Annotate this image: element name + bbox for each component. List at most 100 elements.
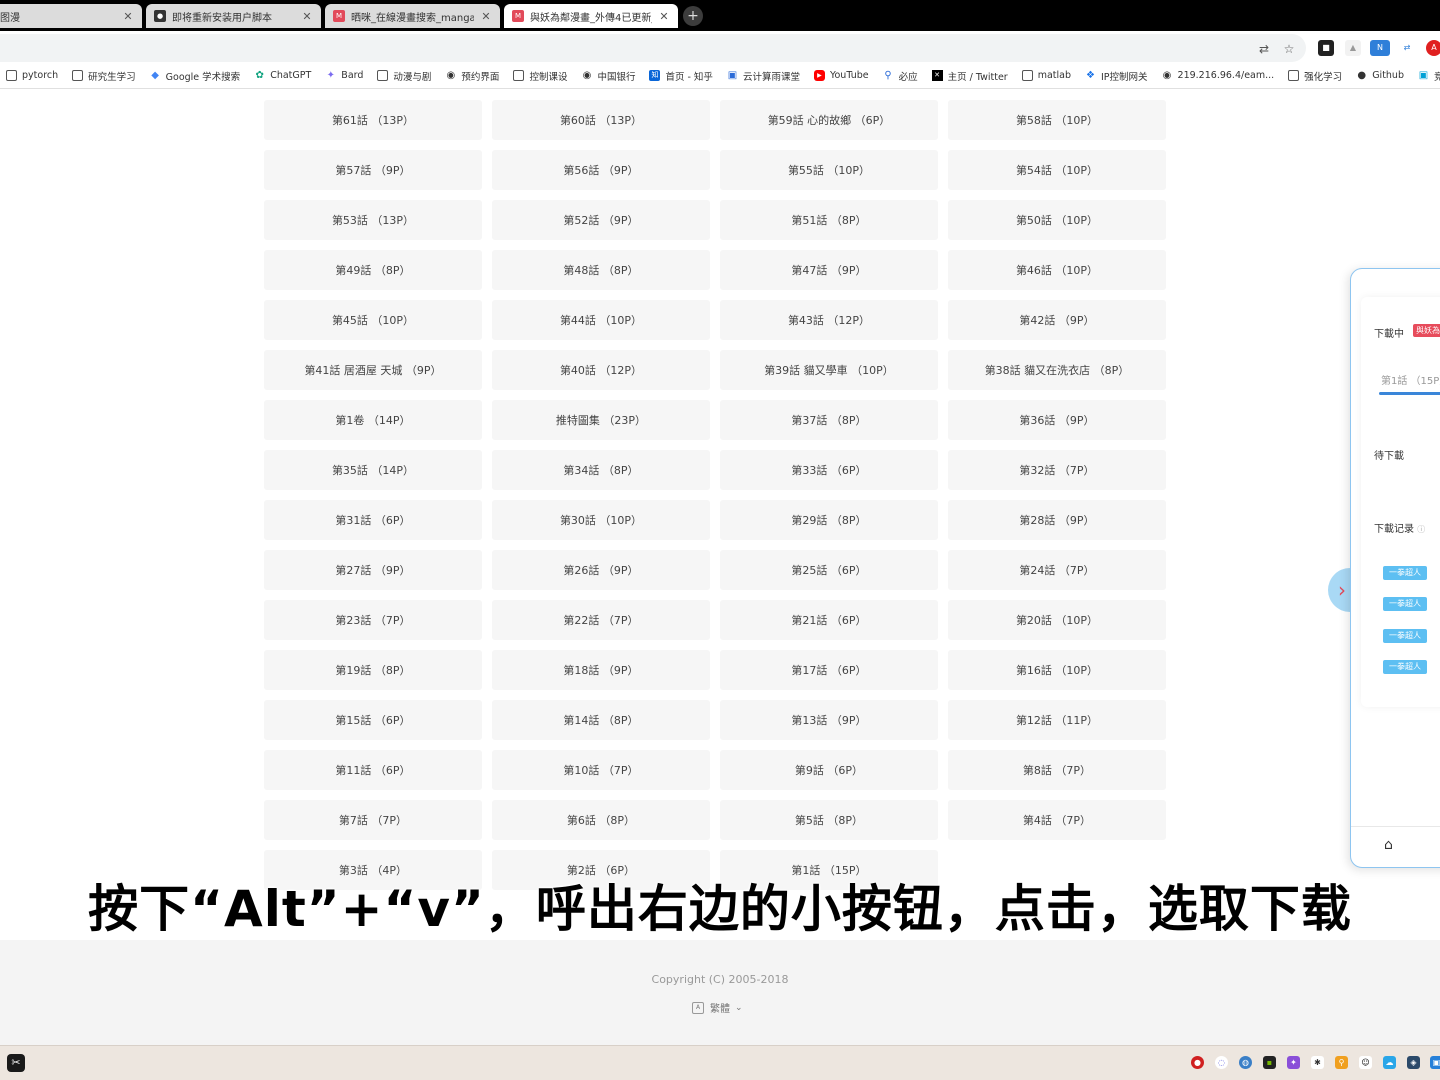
new-extension-icon[interactable]: N — [1370, 40, 1390, 56]
bookmark-item[interactable]: ✦ Bard — [325, 70, 364, 81]
history-item[interactable]: 一拳超人 — [1383, 597, 1427, 611]
bookmark-item[interactable]: ◉ 中国银行 — [581, 69, 636, 83]
chapter-button[interactable]: 第11話 （6P） — [264, 750, 482, 790]
bookmark-item[interactable]: ▶ YouTube — [813, 70, 869, 81]
chapter-button[interactable]: 第9話 （6P） — [720, 750, 938, 790]
language-switch[interactable]: A 繁體 ⌄ — [692, 1000, 743, 1015]
chapter-button[interactable]: 第30話 （10P） — [492, 500, 710, 540]
chapter-button[interactable]: 第38話 貓又在洗衣店 （8P） — [948, 350, 1166, 390]
bookmark-item[interactable]: 知首页 - 知乎 — [649, 69, 713, 83]
tab-3[interactable]: M 晒咪_在線漫畫搜索_mangabz ✕ — [325, 4, 500, 28]
chapter-button[interactable]: 第6話 （8P） — [492, 800, 710, 840]
bookmark-item[interactable]: ◆ Google 学术搜索 — [150, 69, 240, 83]
history-item[interactable]: 一拳超人 — [1383, 566, 1427, 580]
chapter-button[interactable]: 第34話 （8P） — [492, 450, 710, 490]
chapter-button[interactable]: 第47話 （9P） — [720, 250, 938, 290]
chapter-button[interactable]: 第23話 （7P） — [264, 600, 482, 640]
chapter-button[interactable]: 第51話 （8P） — [720, 200, 938, 240]
app-tray-icon[interactable]: ☁ — [1383, 1056, 1396, 1069]
chapter-button[interactable]: 第42話 （9P） — [948, 300, 1166, 340]
chapter-button[interactable]: 第32話 （7P） — [948, 450, 1166, 490]
chapter-button[interactable]: 第15話 （6P） — [264, 700, 482, 740]
chapter-button[interactable]: 第29話 （8P） — [720, 500, 938, 540]
settings-icon[interactable]: ✱ — [1311, 1056, 1324, 1069]
chapter-button[interactable]: 第40話 （12P） — [492, 350, 710, 390]
chapter-button[interactable]: 第57話 （9P） — [264, 150, 482, 190]
history-item[interactable]: 一拳超人 — [1383, 629, 1427, 643]
chapter-button[interactable]: 第44話 （10P） — [492, 300, 710, 340]
chapter-button[interactable]: 第21話 （6P） — [720, 600, 938, 640]
chapter-button[interactable]: 第39話 貓又學車 （10P） — [720, 350, 938, 390]
bookmark-item[interactable]: ● Github — [1356, 70, 1404, 81]
network-tray-icon[interactable]: ◍ — [1239, 1056, 1252, 1069]
chapter-button[interactable]: 第35話 （14P） — [264, 450, 482, 490]
bookmark-item[interactable]: ◉ 219.216.96.4/eam... — [1162, 70, 1275, 81]
chapter-button[interactable]: 第20話 （10P） — [948, 600, 1166, 640]
chapter-button[interactable]: 第58話 （10P） — [948, 100, 1166, 140]
chapter-button[interactable]: 推特圖集 （23P） — [492, 400, 710, 440]
bookmark-item[interactable]: ❖ IP控制网关 — [1085, 69, 1148, 83]
tab-1[interactable]: 图漫 ✕ — [0, 4, 142, 28]
chapter-button[interactable]: 第14話 （8P） — [492, 700, 710, 740]
close-icon[interactable]: ✕ — [122, 10, 134, 23]
chapter-button[interactable]: 第18話 （9P） — [492, 650, 710, 690]
chapter-button[interactable]: 第53話 （13P） — [264, 200, 482, 240]
chapter-button[interactable]: 第10話 （7P） — [492, 750, 710, 790]
record-icon[interactable]: ● — [1191, 1056, 1204, 1069]
adblock-icon[interactable]: A — [1426, 40, 1440, 56]
bookmark-item[interactable]: ◉ 预约界面 — [445, 69, 500, 83]
chapter-button[interactable]: 第22話 （7P） — [492, 600, 710, 640]
chapter-button[interactable]: 第54話 （10P） — [948, 150, 1166, 190]
chapter-button[interactable]: 第26話 （9P） — [492, 550, 710, 590]
chapter-button[interactable]: 第52話 （9P） — [492, 200, 710, 240]
chapter-button[interactable]: 第12話 （11P） — [948, 700, 1166, 740]
search-tray-icon[interactable]: ⚲ — [1335, 1056, 1348, 1069]
chapter-button[interactable]: 第5話 （8P） — [720, 800, 938, 840]
new-tab-button[interactable]: + — [683, 6, 703, 26]
app-tray-icon[interactable]: ◌ — [1215, 1056, 1228, 1069]
tab-2[interactable]: ● 即将重新安装用户脚本 ✕ — [146, 4, 321, 28]
chapter-button[interactable]: 第41話 居酒屋 天城 （9P） — [264, 350, 482, 390]
close-icon[interactable]: ✕ — [658, 10, 670, 23]
chapter-button[interactable]: 第55話 （10P） — [720, 150, 938, 190]
chapter-button[interactable]: 第17話 （6P） — [720, 650, 938, 690]
chapter-button[interactable]: 第8話 （7P） — [948, 750, 1166, 790]
chapter-button[interactable]: 第25話 （6P） — [720, 550, 938, 590]
close-icon[interactable]: ✕ — [480, 10, 492, 23]
chapter-button[interactable]: 第33話 （6P） — [720, 450, 938, 490]
chapter-button[interactable]: 第16話 （10P） — [948, 650, 1166, 690]
chapter-button[interactable]: 第60話 （13P） — [492, 100, 710, 140]
qq-icon[interactable]: ☺ — [1359, 1056, 1372, 1069]
bookmark-item[interactable]: 研究生学习 — [72, 69, 136, 83]
bookmark-item[interactable]: ▣竞派 — [1418, 69, 1440, 83]
extension-icon[interactable]: ■ — [1318, 40, 1334, 56]
app-tray-icon[interactable]: ▣ — [1430, 1056, 1440, 1069]
chapter-button[interactable]: 第36話 （9P） — [948, 400, 1166, 440]
chapter-button[interactable]: 第19話 （8P） — [264, 650, 482, 690]
chapter-button[interactable]: 第48話 （8P） — [492, 250, 710, 290]
address-bar[interactable]: ⇄ ☆ — [0, 34, 1306, 62]
app-tray-icon[interactable]: ✦ — [1287, 1056, 1300, 1069]
bookmark-item[interactable]: ✕ 主页 / Twitter — [931, 69, 1008, 83]
chapter-button[interactable]: 第28話 （9P） — [948, 500, 1166, 540]
chapter-button[interactable]: 第49話 （8P） — [264, 250, 482, 290]
bookmark-item[interactable]: 动漫与剧 — [377, 69, 431, 83]
chapter-button[interactable]: 第46話 （10P） — [948, 250, 1166, 290]
bookmark-item[interactable]: ▣ 云计算雨课堂 — [727, 69, 800, 83]
chapter-button[interactable]: 第43話 （12P） — [720, 300, 938, 340]
chapter-button[interactable]: 第1卷 （14P） — [264, 400, 482, 440]
chapter-button[interactable]: 第61話 （13P） — [264, 100, 482, 140]
chapter-button[interactable]: 第59話 心的故鄉 （6P） — [720, 100, 938, 140]
app-tray-icon[interactable]: ◈ — [1407, 1056, 1420, 1069]
chapter-button[interactable]: 第31話 （6P） — [264, 500, 482, 540]
star-icon[interactable]: ☆ — [1281, 41, 1297, 57]
chapter-button[interactable]: 第13話 （9P） — [720, 700, 938, 740]
chapter-button[interactable]: 第24話 （7P） — [948, 550, 1166, 590]
chapter-button[interactable]: 第50話 （10P） — [948, 200, 1166, 240]
translate-icon[interactable]: ⇄ — [1256, 41, 1272, 57]
capcut-icon[interactable]: ✂ — [7, 1054, 25, 1072]
chapter-button[interactable]: 第56話 （9P） — [492, 150, 710, 190]
history-item[interactable]: 一拳超人 — [1383, 660, 1427, 674]
bookmark-item[interactable]: ✿ ChatGPT — [254, 70, 311, 81]
bookmark-item[interactable]: ⚲ 必应 — [883, 69, 917, 83]
